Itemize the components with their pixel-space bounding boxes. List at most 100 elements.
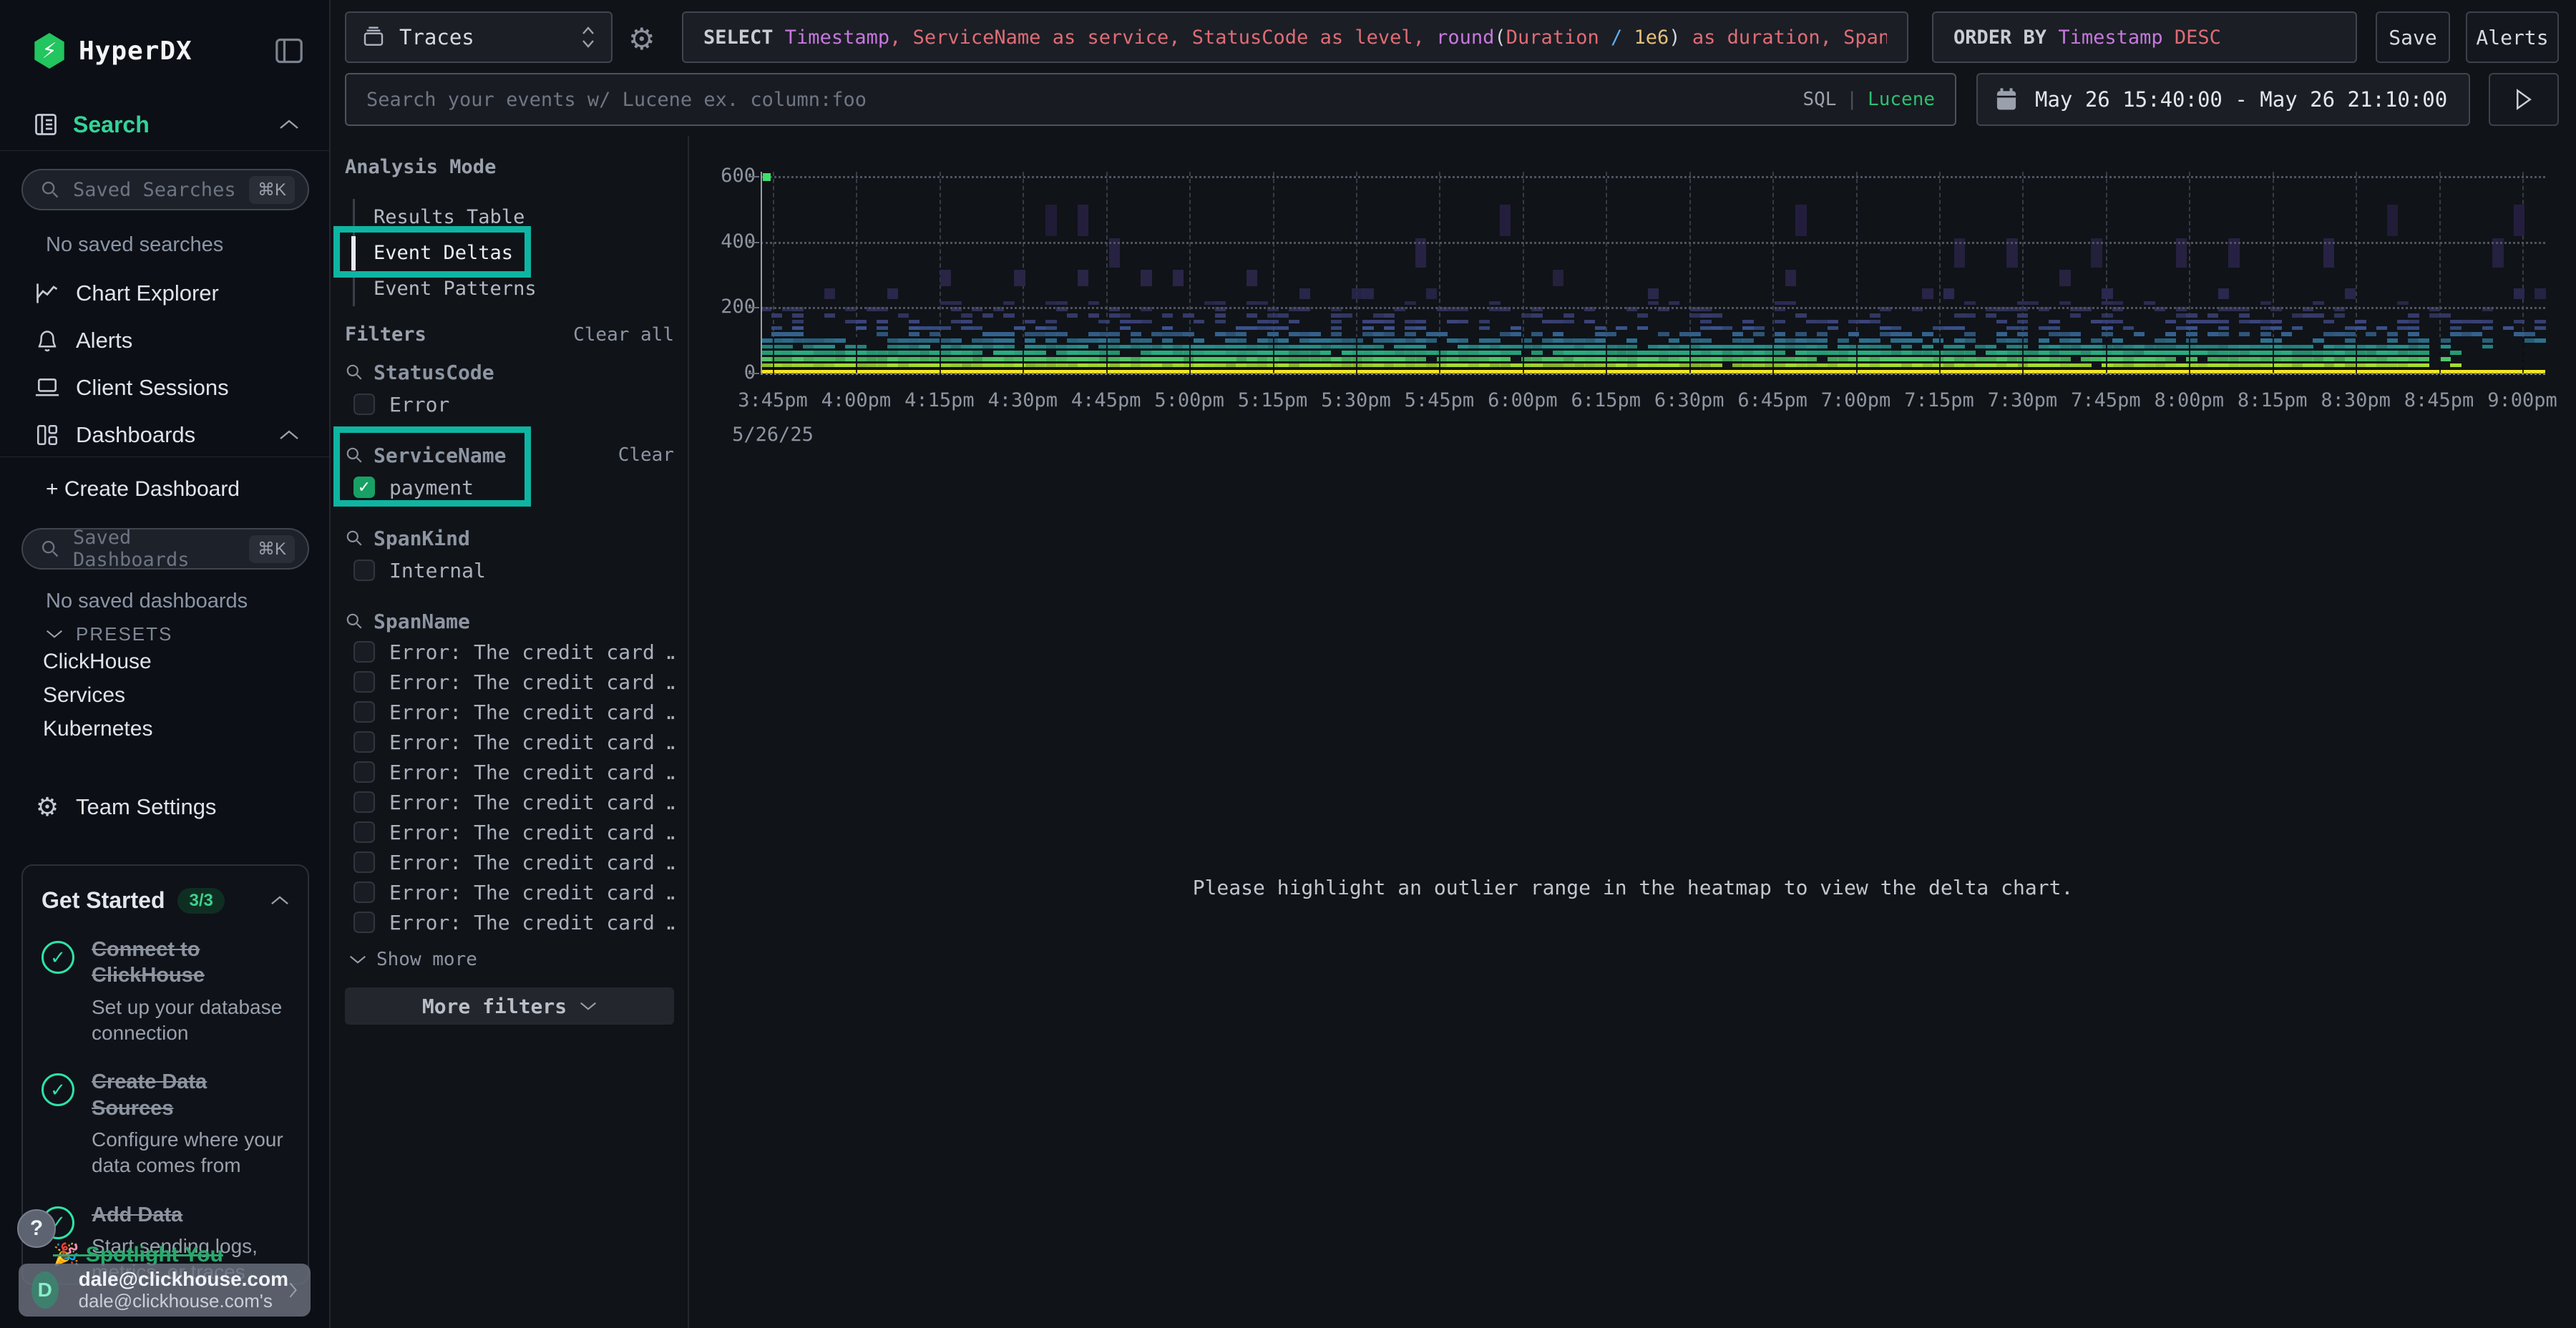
heatmap-cell [1574,357,1584,361]
heatmap-cell [1626,357,1637,361]
heatmap-cell [1078,363,1088,367]
gear-icon[interactable]: ⚙ [628,21,655,57]
checkbox-unchecked[interactable] [353,671,375,693]
heatmap-cell [1553,357,1563,361]
analysis-mode-tab-event-patterns[interactable]: Event Patterns [374,270,537,306]
heatmap-cell [824,338,835,343]
heatmap-cell [940,351,951,355]
filter-option[interactable]: Error [345,388,674,421]
filter-option[interactable]: Error: The credit card … [345,697,674,727]
heatmap-cell [2524,338,2535,343]
heatmap-cell [2534,288,2545,298]
heatmap-cell [2207,357,2218,361]
heatmap-cell [2207,363,2218,367]
heatmap-cell [909,338,919,343]
checkbox-unchecked[interactable] [353,912,375,933]
checkbox-checked[interactable]: ✓ [353,477,375,498]
saved-searches-input[interactable]: Saved Searches ⌘K [21,169,309,210]
checkbox-unchecked[interactable] [353,761,375,783]
filter-option[interactable]: Error: The credit card … [345,637,674,667]
mode-sql-toggle[interactable]: SQL [1802,89,1836,110]
heatmap-cell [1817,363,1828,367]
preset-services[interactable]: Services [43,683,125,708]
heatmap-cell [1722,351,1732,355]
checkbox-unchecked[interactable] [353,821,375,843]
checkbox-unchecked[interactable] [353,851,375,873]
create-dashboard-button[interactable]: + Create Dashboard [0,474,331,505]
analysis-mode-tab-results-table[interactable]: Results Table [374,199,525,235]
presets-toggle[interactable]: PRESETS [0,620,331,648]
sidebar-item-client-sessions[interactable]: Client Sessions [0,371,331,405]
checkbox-unchecked[interactable] [353,394,375,415]
clear-all-button[interactable]: Clear all [573,324,674,346]
heatmap-cell [1817,320,1828,324]
filter-option-label: Error: The credit card … [389,731,674,754]
user-menu[interactable]: D dale@clickhouse.com dale@clickhouse.co… [19,1264,311,1317]
saved-dashboards-input[interactable]: Saved Dashboards ⌘K [21,528,309,570]
filter-option[interactable]: Error: The credit card … [345,877,674,907]
run-query-button[interactable] [2489,73,2559,126]
filter-option-label: Error: The credit card … [389,821,674,844]
help-button[interactable]: ? [17,1209,56,1248]
preset-kubernetes[interactable]: Kubernetes [43,717,152,741]
heatmap-cell [1098,332,1109,336]
heatmap-cell [2239,357,2250,361]
checkbox-unchecked[interactable] [353,560,375,581]
mode-lucene-toggle[interactable]: Lucene [1868,89,1935,110]
sidebar-item-dashboards[interactable]: Dashboards [0,418,331,452]
sidebar-item-alerts[interactable]: Alerts [0,323,331,358]
heatmap-cell [1309,338,1320,343]
checkbox-unchecked[interactable] [353,701,375,723]
chevron-up-icon[interactable] [270,895,289,906]
checkbox-unchecked[interactable] [353,731,375,753]
filter-option[interactable]: Error: The credit card … [345,787,674,817]
heatmap-cell [1690,357,1701,361]
heatmap-cell [1975,357,1986,361]
sidebar-item-chart-explorer[interactable]: Chart Explorer [0,276,331,311]
heatmap-cell [2303,357,2313,361]
heatmap-cell [1362,357,1373,361]
get-started-item[interactable]: ✓ Create Data Sources Configure where yo… [42,1069,289,1178]
collapse-sidebar-icon[interactable] [275,38,303,64]
heatmap-plot[interactable] [761,172,2545,374]
chevron-up-icon[interactable] [279,119,299,130]
preset-clickhouse[interactable]: ClickHouse [43,650,152,674]
sql-select-input[interactable]: SELECT Timestamp, ServiceName as service… [682,11,1908,63]
alerts-button[interactable]: Alerts [2466,11,2559,63]
more-filters-button[interactable]: More filters [345,987,674,1025]
heatmap-cell [1194,357,1204,361]
checkbox-unchecked[interactable] [353,882,375,903]
filter-option[interactable]: Internal [345,554,674,587]
save-button[interactable]: Save [2376,11,2450,63]
heatmap-cell [1531,332,1542,336]
filter-option[interactable]: Error: The credit card … [345,757,674,787]
heatmap-cell [1415,351,1426,355]
show-more-button[interactable]: Show more [345,944,674,975]
heatmap-cell [1838,351,1848,355]
date-range-picker[interactable]: May 26 15:40:00 - May 26 21:10:00 [1976,73,2470,126]
filter-option[interactable]: Error: The credit card … [345,817,674,847]
analysis-mode-tab-event-deltas[interactable]: Event Deltas [374,235,513,270]
filter-option[interactable]: Error: The credit card … [345,847,674,877]
source-select[interactable]: Traces [345,11,613,63]
filters-label: Filters [345,323,573,346]
get-started-header[interactable]: Get Started 3/3 [42,887,289,914]
heatmap-cell [1447,351,1458,355]
heatmap-cell [1236,338,1246,343]
get-started-item[interactable]: ✓ Connect to ClickHouse Set up your data… [42,937,289,1046]
sidebar-item-search[interactable]: Search [0,107,331,142]
checkbox-unchecked[interactable] [353,791,375,813]
clear-filter-button[interactable]: Clear [618,444,674,466]
heatmap-cell [2134,357,2145,361]
checkbox-unchecked[interactable] [353,641,375,663]
heatmap-cell [2345,288,2356,298]
sidebar-item-team-settings[interactable]: ⚙ Team Settings [0,790,331,824]
filter-option[interactable]: Error: The credit card … [345,667,674,697]
filter-option[interactable]: Error: The credit card … [345,907,674,937]
search-input[interactable]: Search your events w/ Lucene ex. column:… [345,73,1956,126]
filter-option[interactable]: Error: The credit card … [345,727,674,757]
chevron-up-icon[interactable] [279,429,299,441]
heatmap-cell [1384,332,1395,336]
filter-option[interactable]: ✓payment [345,471,674,504]
order-by-input[interactable]: ORDER BY Timestamp DESC [1932,11,2357,63]
